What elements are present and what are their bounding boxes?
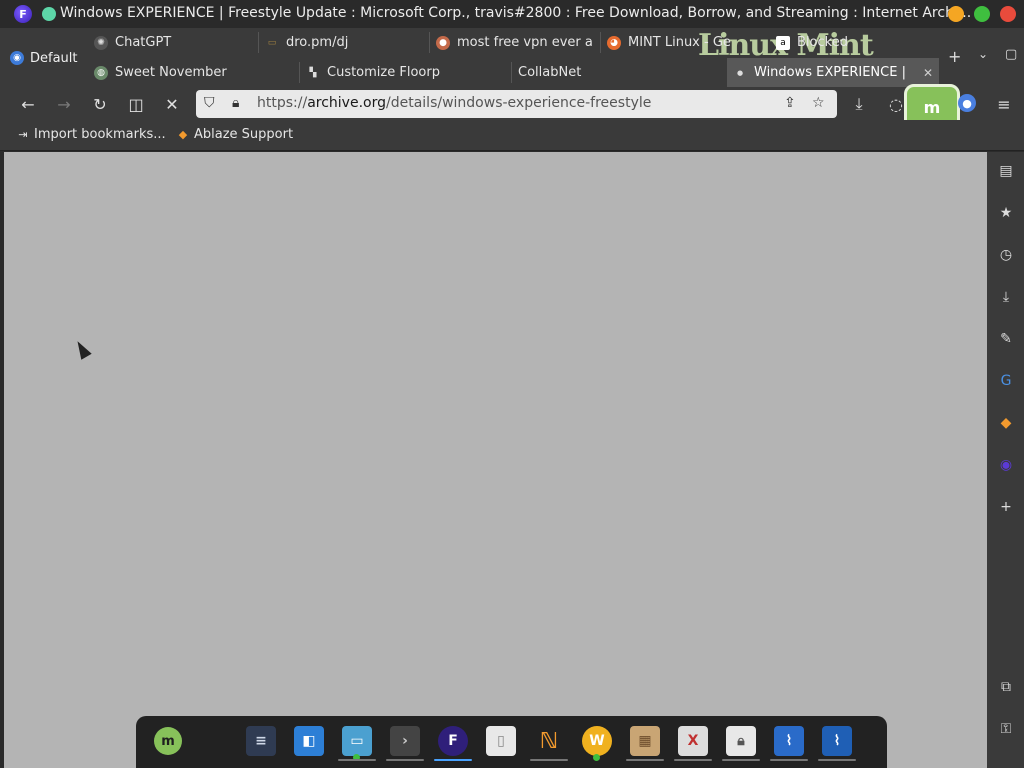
- amazon-icon: a: [776, 35, 790, 50]
- browser-sidebar: ▤ ★ ◷ ⤓ ✎ G ◆ ◉ + ⧉ ⚿: [987, 152, 1024, 768]
- share-icon[interactable]: ⇪: [784, 95, 796, 111]
- tab-label: Sweet November: [115, 65, 227, 80]
- loading-icon: ●: [736, 68, 744, 77]
- menu-hamburger-icon[interactable]: ≡: [994, 94, 1014, 114]
- sidebar-bookmarks-star-icon[interactable]: ★: [995, 202, 1017, 224]
- sidebar-translate-icon[interactable]: G: [995, 370, 1017, 392]
- import-icon: ⇥: [18, 128, 28, 141]
- url-text[interactable]: https://archive.org/details/windows-expe…: [257, 95, 651, 111]
- tab-label: dro.pm/dj: [286, 35, 349, 50]
- tracking-protection-shield-icon[interactable]: ⛉: [204, 95, 215, 111]
- bookmark-label: Import bookmarks...: [34, 127, 166, 142]
- tab-customize-floorp[interactable]: ▚ Customize Floorp: [300, 58, 511, 87]
- url-host: archive.org: [307, 95, 386, 111]
- close-window-button[interactable]: [1000, 6, 1016, 22]
- lock-icon[interactable]: 🔒︎: [232, 95, 239, 111]
- back-button[interactable]: ←: [18, 94, 38, 114]
- floorp-browser-icon[interactable]: F: [438, 726, 468, 756]
- system-monitor-icon-2[interactable]: ⌇: [822, 726, 852, 756]
- lock-screen-icon[interactable]: 🔒︎: [726, 726, 756, 756]
- stop-loading-button[interactable]: ✕: [162, 94, 182, 114]
- globe-icon: ◍: [94, 65, 108, 80]
- window-title: Windows EXPERIENCE | Freestyle Update : …: [60, 5, 972, 21]
- window-titlebar: F Windows EXPERIENCE | Freestyle Update …: [0, 0, 1024, 28]
- extension-icon[interactable]: ◌: [886, 94, 906, 114]
- url-scheme: https://: [257, 95, 308, 111]
- tab-label: Windows EXPERIENCE |: [754, 65, 906, 80]
- notepadqq-icon[interactable]: ℕ: [534, 726, 564, 756]
- workspace-icon: ◉: [10, 51, 24, 65]
- close-tab-icon[interactable]: ✕: [923, 66, 933, 80]
- page-content-area[interactable]: [4, 152, 987, 768]
- tab-collabnet[interactable]: CollabNet: [512, 58, 726, 87]
- sidebar-add-panel-icon[interactable]: +: [995, 496, 1017, 518]
- bookmark-label: Ablaze Support: [194, 127, 294, 142]
- file-manager-folder-icon[interactable]: ▭: [342, 726, 372, 756]
- tab-label: CollabNet: [518, 65, 582, 80]
- workspace-label: Default: [30, 50, 78, 66]
- tab-label: Blocked: [797, 35, 848, 50]
- sidebar-notes-pen-icon[interactable]: ✎: [995, 328, 1017, 350]
- reload-button[interactable]: ↻: [90, 94, 110, 114]
- forward-button[interactable]: →: [54, 94, 74, 114]
- text-editor-document-icon[interactable]: ▯: [486, 726, 516, 756]
- ablaze-icon: ◆: [178, 128, 188, 141]
- tab-label: most free vpn ever a: [457, 35, 593, 50]
- tab-sweet-november[interactable]: ◍ Sweet November: [88, 58, 299, 87]
- new-tab-button[interactable]: +: [948, 47, 961, 66]
- tab-mint-linux[interactable]: ◕ MINT Linux - Ge: [601, 28, 771, 57]
- bookmark-import[interactable]: ⇥ Import bookmarks...: [16, 127, 166, 142]
- sidebar-extensions-icon[interactable]: ⧉: [995, 676, 1017, 698]
- workspace-button[interactable]: ◉ Default: [0, 28, 88, 88]
- sidebar-toggle-icon[interactable]: ◫: [126, 94, 146, 114]
- sidebar-downloads-icon[interactable]: ⤓: [995, 286, 1017, 308]
- tab-label: Customize Floorp: [327, 65, 440, 80]
- tab-dro-pm[interactable]: ▭ dro.pm/dj: [259, 28, 429, 57]
- firefox-icon: ◕: [607, 35, 621, 50]
- software-store-bag-icon[interactable]: ◧: [294, 726, 324, 756]
- sidebar-history-icon[interactable]: ◷: [995, 244, 1017, 266]
- paint-icon: ▚: [309, 67, 317, 78]
- tab-label: MINT Linux - Ge: [628, 35, 731, 50]
- settings-sliders-icon[interactable]: ≡: [246, 726, 276, 756]
- chatgpt-icon: ✺: [94, 35, 108, 50]
- xed-editor-icon[interactable]: X: [678, 726, 708, 756]
- list-all-tabs-chevron-icon[interactable]: ⌄: [978, 47, 988, 61]
- system-monitor-icon-1[interactable]: ⌇: [774, 726, 804, 756]
- tab-blocked[interactable]: a Blocked: [770, 28, 940, 57]
- sidebar-ablaze-icon[interactable]: ◆: [995, 412, 1017, 434]
- taskbar-dock: m ≡ ◧ ▭ › F ▯ ℕ W ▦ X 🔒︎ ⌇ ⌇: [136, 716, 887, 768]
- sidebar-floorp-icon[interactable]: ◉: [995, 454, 1017, 476]
- url-bar[interactable]: ⛉ 🔒︎ https://archive.org/details/windows…: [196, 90, 837, 118]
- terminal-icon[interactable]: ›: [390, 726, 420, 756]
- url-path: /details/windows-experience-freestyle: [386, 95, 652, 111]
- vpn-icon: ●: [436, 35, 450, 50]
- wps-office-icon[interactable]: W: [582, 726, 612, 756]
- mint-menu-icon[interactable]: m: [154, 727, 182, 755]
- sidebar-panel-icon[interactable]: ▤: [995, 160, 1017, 182]
- downloads-icon[interactable]: ⤓: [849, 94, 869, 114]
- container-tabs-icon[interactable]: ▢: [1005, 47, 1017, 62]
- archive-manager-icon[interactable]: ▦: [630, 726, 660, 756]
- bookmarks-toolbar: ⇥ Import bookmarks... ◆ Ablaze Support: [0, 120, 1024, 151]
- account-avatar-icon[interactable]: ●: [958, 94, 976, 112]
- folder-icon: ▭: [267, 37, 277, 48]
- navigation-toolbar: ← → ↻ ◫ ✕ ⛉ 🔒︎ https://archive.org/detai…: [0, 84, 1024, 130]
- maximize-button[interactable]: [974, 6, 990, 22]
- bookmark-ablaze-support[interactable]: ◆ Ablaze Support: [176, 127, 293, 142]
- minimize-button[interactable]: [948, 6, 964, 22]
- tab-label: ChatGPT: [115, 35, 172, 50]
- bookmark-star-icon[interactable]: ☆: [812, 95, 825, 111]
- tab-strip: ◉ Default Linux Mint ✺ ChatGPT ▭ dro.pm/…: [0, 28, 1024, 88]
- sidebar-passwords-key-icon[interactable]: ⚿: [995, 718, 1017, 740]
- tab-chatgpt[interactable]: ✺ ChatGPT: [88, 28, 258, 57]
- tab-windows-experience[interactable]: ● Windows EXPERIENCE | ✕: [727, 58, 939, 87]
- tab-free-vpn[interactable]: ● most free vpn ever a: [430, 28, 600, 57]
